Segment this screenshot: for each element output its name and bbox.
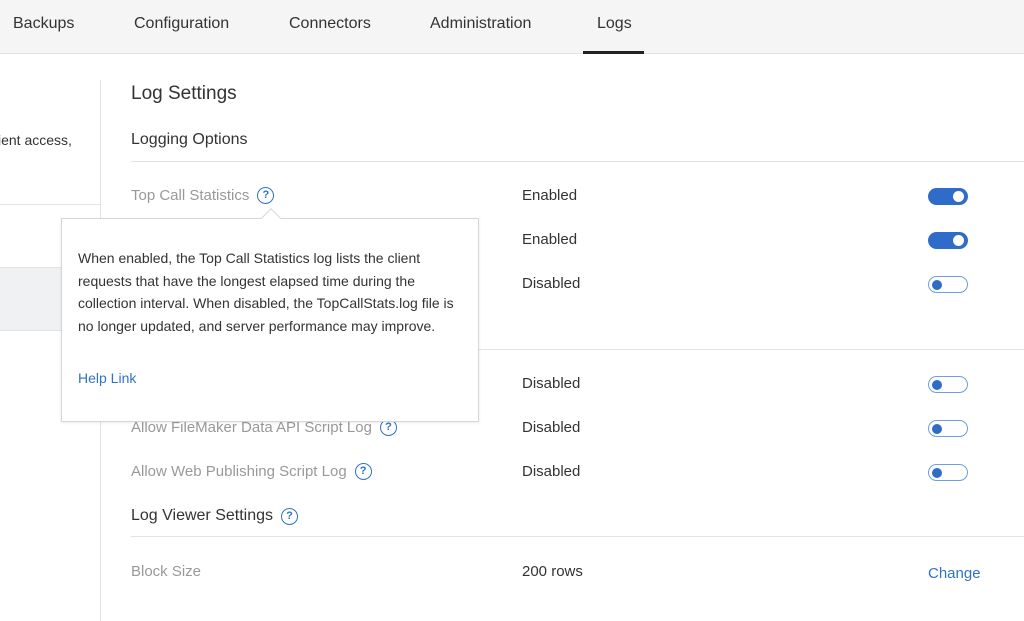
left-panel-divider <box>0 204 101 205</box>
tooltip-arrow <box>261 208 281 228</box>
toggle-knob <box>932 467 942 478</box>
top-tab-bar: Backups Configuration Connectors Adminis… <box>0 0 1024 54</box>
setting-status: Disabled <box>522 463 581 480</box>
logging-options-divider <box>131 161 1024 162</box>
log-viewer-divider <box>131 536 1024 537</box>
setting-label: Allow Web Publishing Script Log ? <box>131 463 372 480</box>
tab-administration[interactable]: Administration <box>430 0 531 54</box>
setting-toggle[interactable] <box>928 232 968 249</box>
logging-options-title: Logging Options <box>131 131 248 148</box>
page-title: Log Settings <box>131 83 237 104</box>
help-icon[interactable]: ? <box>257 187 275 204</box>
setting-label-text: Allow Web Publishing Script Log <box>131 463 347 480</box>
tab-configuration[interactable]: Configuration <box>134 0 229 54</box>
web-publishing-script-log-toggle[interactable] <box>928 464 968 481</box>
setting-status: Enabled <box>522 187 578 204</box>
setting-toggle[interactable] <box>928 276 968 293</box>
left-panel-description: ient access, <box>0 132 72 148</box>
help-icon[interactable]: ? <box>354 463 372 480</box>
tab-backups[interactable]: Backups <box>13 0 74 54</box>
setting-status: Enabled <box>522 231 578 248</box>
toggle-knob <box>932 423 942 434</box>
data-api-script-log-toggle[interactable] <box>928 420 968 437</box>
block-size-value: 200 rows <box>522 563 583 580</box>
setting-status: Disabled <box>522 375 581 392</box>
setting-row-web-publishing-script-log: Allow Web Publishing Script Log ? Disabl… <box>131 461 1024 485</box>
toggle-knob <box>953 235 964 246</box>
help-tooltip: When enabled, the Top Call Statistics lo… <box>61 208 479 422</box>
setting-status: Disabled <box>522 419 581 436</box>
help-link[interactable]: Help Link <box>78 370 136 386</box>
setting-label-text: Top Call Statistics <box>131 187 250 204</box>
setting-label-text: Block Size <box>131 563 202 580</box>
tab-logs[interactable]: Logs <box>583 0 644 54</box>
setting-status: Disabled <box>522 275 581 292</box>
setting-label: Block Size <box>131 563 201 580</box>
toggle-knob <box>932 379 942 390</box>
logging-options-heading: Logging Options <box>131 131 248 149</box>
help-icon[interactable]: ? <box>281 507 299 525</box>
change-block-size-link[interactable]: Change <box>928 565 981 582</box>
setting-toggle[interactable] <box>928 376 968 393</box>
setting-row-block-size: Block Size 200 rows Change <box>131 561 1024 585</box>
log-viewer-settings-title: Log Viewer Settings <box>131 507 274 524</box>
setting-label: Top Call Statistics ? <box>131 187 275 204</box>
setting-row-top-call-statistics: Top Call Statistics ? Enabled <box>131 185 1024 209</box>
tab-connectors[interactable]: Connectors <box>289 0 371 54</box>
toggle-knob <box>932 279 942 290</box>
toggle-knob <box>953 191 964 202</box>
tooltip-text: When enabled, the Top Call Statistics lo… <box>78 250 454 334</box>
log-viewer-settings-heading: Log Viewer Settings ? <box>131 507 299 525</box>
top-call-statistics-toggle[interactable] <box>928 188 968 205</box>
